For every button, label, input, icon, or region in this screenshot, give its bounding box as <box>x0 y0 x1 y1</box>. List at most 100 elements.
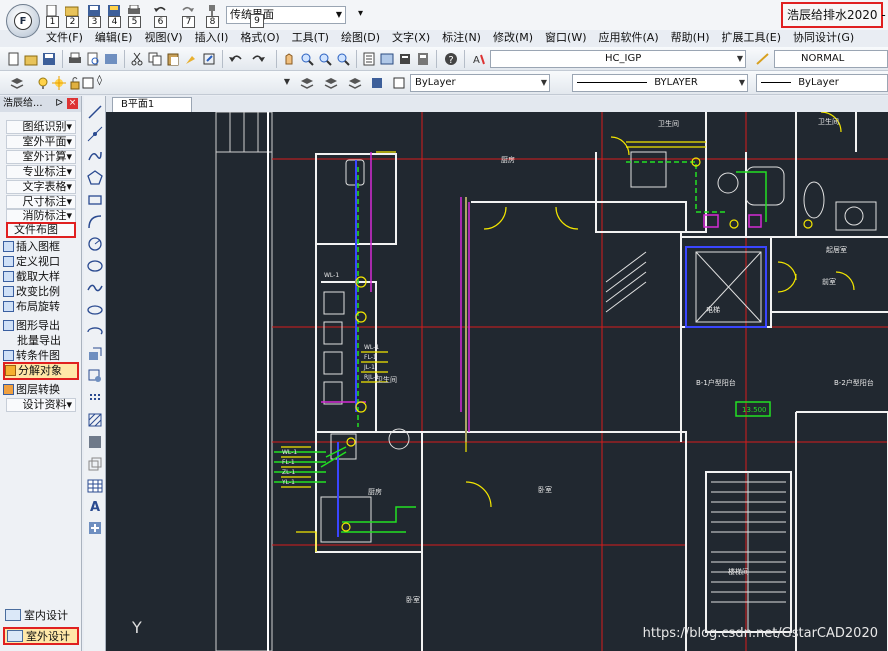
rectangle-icon[interactable] <box>87 192 103 208</box>
publish-icon[interactable] <box>104 52 118 66</box>
zoom-realtime-icon[interactable] <box>300 52 314 66</box>
lineweight-select[interactable]: ByLayer <box>756 74 888 92</box>
layer-states-icon[interactable] <box>348 76 362 90</box>
category-design-data[interactable]: 设计资料▾ <box>6 398 76 412</box>
arc-icon[interactable] <box>87 214 103 230</box>
region-icon[interactable] <box>87 456 103 472</box>
cmd-layout-rotate[interactable]: 布局旋转 <box>3 299 79 314</box>
spline-icon[interactable] <box>87 280 103 296</box>
add-selected-icon[interactable] <box>87 520 103 536</box>
print-icon[interactable] <box>68 52 82 66</box>
revision-cloud-icon[interactable] <box>87 258 103 274</box>
qa-redo-button[interactable]: 7 <box>178 3 198 29</box>
copy-icon[interactable] <box>148 52 162 66</box>
polygon-icon[interactable] <box>87 170 103 186</box>
calculator-icon[interactable] <box>416 52 430 66</box>
menu-window[interactable]: 窗口(W) <box>539 30 592 46</box>
category-fire-annotation[interactable]: 消防标注▾ <box>6 209 76 223</box>
pin-icon[interactable]: ᐅ <box>55 96 63 112</box>
cut-icon[interactable] <box>130 52 144 66</box>
multiline-text-icon[interactable]: A <box>87 498 103 514</box>
help-icon[interactable]: ? <box>444 52 458 66</box>
tool-palette-icon[interactable] <box>398 52 412 66</box>
color-icon[interactable] <box>392 76 406 90</box>
undo-icon[interactable] <box>228 52 242 66</box>
indoor-design-button[interactable]: 室内设计 <box>3 608 79 626</box>
new-icon[interactable] <box>6 52 20 66</box>
doc-tab-b-plan[interactable]: B平面1 <box>112 97 192 112</box>
layer-on-icon[interactable] <box>36 76 50 90</box>
zoom-previous-icon[interactable] <box>336 52 350 66</box>
cmd-detail-capture[interactable]: 截取大样 <box>3 269 79 284</box>
layer-freeze-icon[interactable] <box>52 76 66 90</box>
cmd-define-viewport[interactable]: 定义视口 <box>3 254 79 269</box>
menu-tools[interactable]: 工具(T) <box>286 30 335 46</box>
construction-line-icon[interactable] <box>87 126 103 142</box>
menu-apps[interactable]: 应用软件(A) <box>593 30 665 46</box>
cmd-change-scale[interactable]: 改变比例 <box>3 284 79 299</box>
menu-modify[interactable]: 修改(M) <box>487 30 539 46</box>
save-icon[interactable] <box>42 52 56 66</box>
ellipse-icon[interactable] <box>87 302 103 318</box>
layer-lock-icon[interactable] <box>68 76 82 90</box>
cmd-insert-frame[interactable]: 插入图框 <box>3 239 79 254</box>
layer-walk-icon[interactable] <box>370 76 384 90</box>
make-block-icon[interactable] <box>87 368 103 384</box>
layer-manager-icon[interactable] <box>10 76 24 90</box>
category-outdoor-plan[interactable]: 室外平面▾ <box>6 135 76 149</box>
insert-block-icon[interactable] <box>87 346 103 362</box>
qa-new-button[interactable]: 1 <box>42 3 62 29</box>
gradient-icon[interactable] <box>87 434 103 450</box>
point-icon[interactable] <box>87 390 103 406</box>
table-icon[interactable] <box>87 478 103 494</box>
category-file-layout[interactable]: 文件布图 <box>6 222 76 238</box>
line-icon[interactable] <box>87 104 103 120</box>
category-drawing-recognition[interactable]: 图纸识别▾ <box>6 120 76 134</box>
cmd-layer-convert[interactable]: 图层转换 <box>3 382 79 397</box>
color-select[interactable]: ByLayer ▼ <box>410 74 550 92</box>
layer-previous-icon[interactable] <box>324 76 338 90</box>
open-icon[interactable] <box>24 52 38 66</box>
linetype-select[interactable]: BYLAYER ▼ <box>572 74 748 92</box>
workspace-select[interactable]: 传统界面 ▼ <box>226 6 346 24</box>
block-editor-icon[interactable] <box>202 52 216 66</box>
menu-help[interactable]: 帮助(H) <box>665 30 716 46</box>
outdoor-design-button[interactable]: 室外设计 <box>3 627 79 645</box>
cmd-explode-object[interactable]: 分解对象 <box>3 362 79 380</box>
close-icon[interactable]: × <box>67 98 78 109</box>
menu-file[interactable]: 文件(F) <box>40 30 89 46</box>
qa-print-button[interactable]: 5 <box>124 3 144 29</box>
properties-icon[interactable] <box>362 52 376 66</box>
paste-icon[interactable] <box>166 52 180 66</box>
design-center-icon[interactable] <box>380 52 394 66</box>
zoom-window-icon[interactable] <box>318 52 332 66</box>
cmd-batch-export[interactable]: 批量导出 <box>3 333 79 348</box>
menu-view[interactable]: 视图(V) <box>138 30 188 46</box>
layer-color-swatch-icon[interactable] <box>82 76 96 90</box>
dim-style-select[interactable]: NORMAL <box>774 50 888 68</box>
drawing-canvas[interactable]: 卫生间 卫生间 卫生间 厨房 厨房 卧室 卧室 起居室 B-1户型阳台 B-2户… <box>106 112 888 651</box>
qa-customize-icon[interactable]: ▾ <box>358 8 363 19</box>
qa-saveas-button[interactable]: 4 <box>104 3 124 29</box>
menu-extensions[interactable]: 扩展工具(E) <box>715 30 787 46</box>
ellipse-arc-icon[interactable] <box>87 324 103 340</box>
menu-format[interactable]: 格式(O) <box>234 30 285 46</box>
redo-icon[interactable] <box>252 52 266 66</box>
cmd-export-graphics[interactable]: 图形导出 <box>3 318 79 333</box>
pan-icon[interactable] <box>282 52 296 66</box>
qa-save-button[interactable]: 3 <box>84 3 104 29</box>
category-outdoor-calc[interactable]: 室外计算▾ <box>6 150 76 164</box>
match-prop-icon[interactable] <box>184 52 198 66</box>
qa-undo-button[interactable]: 6 <box>150 3 170 29</box>
menu-collab[interactable]: 协同设计(G) <box>787 30 860 46</box>
qa-matchprop-button[interactable]: 8 <box>202 3 222 29</box>
menu-insert[interactable]: 插入(I) <box>189 30 235 46</box>
category-text-table[interactable]: 文字表格▾ <box>6 180 76 194</box>
menu-text[interactable]: 文字(X) <box>386 30 436 46</box>
make-current-layer-icon[interactable] <box>300 76 314 90</box>
layer-select[interactable]: ▼ <box>112 74 292 92</box>
app-menu-button[interactable]: F <box>6 4 40 38</box>
category-annotation[interactable]: 专业标注▾ <box>6 165 76 179</box>
hatch-icon[interactable] <box>87 412 103 428</box>
category-dimension[interactable]: 尺寸标注▾ <box>6 195 76 209</box>
